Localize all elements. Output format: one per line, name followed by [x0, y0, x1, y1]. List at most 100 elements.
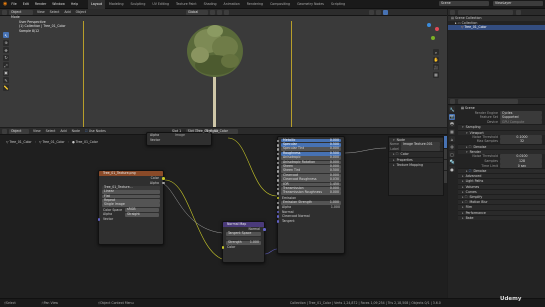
bsdf-row[interactable]: Tangent [276, 219, 344, 224]
z-axis-icon[interactable] [427, 23, 431, 27]
world-props-icon[interactable]: ◍ [449, 143, 455, 150]
modifier-props-icon[interactable]: 🔩 [449, 158, 455, 165]
select-tool-icon[interactable]: ↖ [3, 32, 9, 38]
normal-color-input-socket[interactable] [221, 246, 225, 249]
overlay-icon[interactable] [368, 9, 374, 15]
move-tool-icon[interactable]: ✥ [3, 47, 9, 53]
measure-tool-icon[interactable]: 📏 [3, 84, 9, 91]
pivot-icon[interactable] [209, 9, 215, 15]
scale-tool-icon[interactable]: ⤢ [3, 62, 9, 68]
tab-animation[interactable]: Animation [221, 0, 243, 9]
interpolation-dropdown[interactable]: Linear [102, 189, 160, 194]
rotate-tool-icon[interactable]: ↻ [3, 54, 9, 61]
node-input-small[interactable]: Alpha Image Vector [146, 132, 212, 146]
normal-output-socket[interactable] [262, 228, 266, 231]
alpha-output-socket[interactable] [161, 181, 165, 185]
render-props-icon[interactable]: 📷 [449, 113, 455, 120]
render-samples-field[interactable]: 128 [500, 158, 542, 164]
outliner-editor-icon[interactable] [450, 9, 455, 15]
side-texture-mapping-section[interactable]: ▸ Texture Mapping [389, 161, 443, 167]
outliner-search[interactable] [458, 9, 513, 15]
transform-tool-icon[interactable]: ▣ [3, 69, 9, 76]
tree-object-row[interactable]: ▽ Tree_01_Color [448, 25, 545, 30]
cursor-tool-icon[interactable]: ⊕ [3, 39, 9, 46]
strength-field[interactable]: Strength 1.000 [226, 240, 261, 245]
node-image-texture[interactable]: Tree_01_Texture.png Color Alpha Tree_01_… [97, 170, 165, 245]
annotate-tool-icon[interactable]: ✎ [3, 77, 9, 83]
tab-compositing[interactable]: Compositing [267, 0, 293, 9]
filter-icon[interactable] [516, 9, 521, 15]
bsdf-input-socket[interactable] [276, 215, 280, 219]
blender-logo-icon[interactable]: ◉ [3, 1, 7, 7]
bsdf-input-socket[interactable] [276, 165, 280, 169]
tab-uv-editing[interactable]: UV Editing [149, 0, 172, 9]
viewport-menu-view[interactable]: View [37, 10, 45, 14]
space-dropdown[interactable]: Tangent Space [226, 231, 261, 236]
viewport-menu-select[interactable]: Select [50, 10, 60, 14]
bsdf-input-socket[interactable] [276, 220, 280, 223]
properties-search[interactable] [458, 98, 518, 104]
viewport-menu-object[interactable]: Object [76, 10, 86, 14]
menu-file[interactable]: File [11, 2, 16, 6]
menu-window[interactable]: Window [52, 2, 65, 6]
bsdf-input-socket[interactable] [276, 179, 280, 182]
bsdf-input-socket[interactable] [276, 210, 280, 214]
bsdf-input-socket[interactable] [276, 157, 280, 160]
tab-sculpting[interactable]: Sculpting [127, 0, 148, 9]
bsdf-input-socket[interactable] [276, 139, 280, 143]
menu-render[interactable]: Render [35, 2, 46, 6]
viewport-max-samples-field[interactable]: 32 [500, 139, 542, 144]
tab-node[interactable] [444, 136, 447, 148]
bsdf-input-socket[interactable] [276, 192, 280, 195]
shading-rendered-icon[interactable] [382, 9, 388, 15]
menu-edit[interactable]: Edit [23, 2, 29, 6]
view-layer-icon[interactable]: ▦ [449, 128, 455, 135]
viewport-menu-add[interactable]: Add [64, 10, 70, 14]
transform-orientation[interactable]: Global [185, 9, 208, 15]
properties-editor-icon[interactable] [450, 98, 455, 104]
tab-rendering[interactable]: Rendering [244, 0, 266, 9]
mode-dropdown[interactable]: Object Mode [9, 9, 33, 19]
node-normal-map[interactable]: Normal Map Normal Tangent Space Strength… [221, 221, 266, 263]
tab-layout[interactable]: Layout [88, 0, 105, 9]
bsdf-input-socket[interactable] [276, 174, 280, 178]
scene-props-icon[interactable]: ⌂ [449, 136, 455, 142]
bsdf-input-socket[interactable] [276, 206, 280, 209]
scene-selector[interactable]: Scene [439, 1, 489, 6]
zoom-icon[interactable]: ⌕ [433, 49, 439, 55]
bsdf-input-socket[interactable] [276, 183, 280, 187]
output-props-icon[interactable]: 🖶 [449, 121, 455, 127]
bsdf-input-socket[interactable] [276, 148, 280, 151]
y-axis-icon[interactable] [431, 36, 435, 40]
navigation-gizmo[interactable] [421, 23, 441, 43]
xray-icon[interactable] [375, 9, 381, 15]
pan-icon[interactable]: ✋ [433, 56, 439, 63]
view-layer-selector[interactable]: ViewLayer [493, 1, 543, 6]
shader-editor[interactable]: Object View Select Add Node ☑ Use Nodes … [0, 128, 447, 298]
device-dropdown[interactable]: GPU Compute [500, 119, 542, 125]
camera-view-icon[interactable]: 🎥 [433, 64, 439, 70]
bsdf-input-socket[interactable] [276, 201, 280, 205]
proportional-icon[interactable] [223, 9, 229, 15]
bsdf-input-socket[interactable] [276, 152, 280, 156]
ortho-toggle-icon[interactable]: ▦ [433, 71, 439, 78]
node-principled-bsdf[interactable]: Metallic 0.000 Specular 0.500 Specular Tint 0… [276, 136, 345, 254]
color-output-socket[interactable] [161, 177, 165, 180]
tool-settings-icon[interactable]: 🔧 [449, 106, 455, 112]
tab-shading[interactable]: Shading [201, 0, 220, 9]
bsdf-input-socket[interactable] [276, 196, 280, 200]
material-props-icon[interactable]: ● [449, 166, 455, 172]
tab-scripting[interactable]: Scripting [328, 0, 348, 9]
bsdf-row[interactable]: Emission Strength 1.000 [276, 200, 341, 205]
editor-type-icon[interactable] [2, 9, 7, 15]
section-bake[interactable]: ▸ Bake [458, 214, 545, 220]
time-limit-field[interactable]: 0 sec [500, 163, 542, 169]
node-label-field[interactable] [401, 146, 440, 152]
tab-texture-paint[interactable]: Texture Paint [173, 0, 200, 9]
tab-modeling[interactable]: Modeling [106, 0, 127, 9]
bsdf-input-socket[interactable] [276, 143, 280, 147]
x-axis-icon[interactable] [435, 27, 439, 31]
bsdf-input-socket[interactable] [276, 187, 280, 191]
tab-view[interactable] [444, 160, 447, 170]
tab-tool[interactable] [444, 149, 447, 159]
